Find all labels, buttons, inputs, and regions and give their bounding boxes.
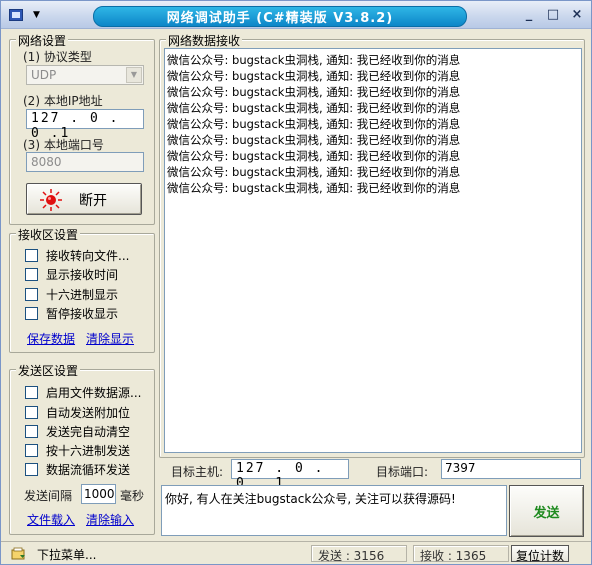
local-port-input[interactable]: 8080 [26, 152, 144, 172]
recv-line: 微信公众号: bugstack虫洞栈, 通知: 我已经收到你的消息 [167, 149, 461, 163]
recv-line: 微信公众号: bugstack虫洞栈, 通知: 我已经收到你的消息 [167, 101, 461, 115]
checkbox-label: 接收转向文件... [46, 249, 130, 263]
checkbox-box[interactable] [25, 444, 38, 457]
minimize-button[interactable]: _ [521, 7, 537, 23]
target-host-input[interactable]: 127 . 0 . 0 . 1 [231, 459, 349, 491]
target-host-label: 目标主机: [171, 465, 224, 479]
recv-line: 微信公众号: bugstack虫洞栈, 通知: 我已经收到你的消息 [167, 117, 461, 131]
save-data-link[interactable]: 保存数据 [27, 330, 75, 347]
disconnect-label: 断开 [79, 193, 107, 209]
recv-to-file-checkbox[interactable]: 接收转向文件... [25, 247, 129, 264]
hex-send-checkbox[interactable]: 按十六进制发送 [25, 442, 130, 459]
checkbox-box[interactable] [25, 268, 38, 281]
checkbox-box[interactable] [25, 386, 38, 399]
checkbox-label: 启用文件数据源... [46, 386, 142, 400]
close-button[interactable]: × [569, 7, 585, 23]
send-text: 你好, 有人在关注bugstack公众号, 关注可以获得源码! [165, 492, 456, 506]
window-title: 网络调试助手 (C#精装版 V3.8.2) [93, 6, 467, 27]
checkbox-box[interactable] [25, 425, 38, 438]
system-menu[interactable]: ▼ [5, 5, 51, 25]
app-window: ▼ 网络调试助手 (C#精装版 V3.8.2) _ □ × 网络设置 (1) 协… [0, 0, 592, 565]
protocol-label: (1) 协议类型 [23, 50, 92, 64]
dropdown-menu-label[interactable]: 下拉菜单... [37, 546, 96, 563]
recv-line: 微信公众号: bugstack虫洞栈, 通知: 我已经收到你的消息 [167, 181, 461, 195]
protocol-select[interactable]: UDP ▼ [26, 65, 144, 85]
local-port-label: (3) 本地端口号 [23, 138, 104, 152]
chevron-down-icon[interactable]: ▼ [126, 67, 142, 83]
auto-clear-checkbox[interactable]: 发送完自动清空 [25, 423, 130, 440]
disconnect-button[interactable]: 断开 [26, 183, 142, 215]
local-ip-input[interactable]: 127 . 0 . 0 .1 [26, 109, 144, 141]
sent-count: 发送 : 3156 [311, 545, 407, 563]
recv-line: 微信公众号: bugstack虫洞栈, 通知: 我已经收到你的消息 [167, 133, 461, 147]
network-settings-title: 网络设置 [16, 32, 69, 49]
checkbox-box[interactable] [25, 406, 38, 419]
receive-textarea[interactable]: 微信公众号: bugstack虫洞栈, 通知: 我已经收到你的消息 微信公众号:… [164, 48, 582, 453]
status-bar: 下拉菜单... 发送 : 3156 接收 : 1365 复位计数 [1, 541, 591, 565]
checkbox-label: 数据流循环发送 [46, 463, 131, 477]
recv-line: 微信公众号: bugstack虫洞栈, 通知: 我已经收到你的消息 [167, 53, 461, 67]
disconnect-light-icon [40, 189, 62, 211]
checkbox-box[interactable] [25, 307, 38, 320]
recv-count: 接收 : 1365 [413, 545, 509, 563]
local-ip-label: (2) 本地IP地址 [23, 94, 103, 108]
checkbox-label: 按十六进制发送 [46, 444, 131, 458]
title-bar: ▼ 网络调试助手 (C#精装版 V3.8.2) _ □ × [1, 1, 591, 29]
target-port-label: 目标端口: [376, 465, 429, 479]
checkbox-label: 显示接收时间 [46, 268, 119, 282]
checkbox-label: 自动发送附加位 [46, 406, 131, 420]
hex-display-checkbox[interactable]: 十六进制显示 [25, 286, 118, 303]
auto-append-checkbox[interactable]: 自动发送附加位 [25, 404, 130, 421]
checkbox-label: 发送完自动清空 [46, 425, 131, 439]
pause-recv-checkbox[interactable]: 暂停接收显示 [25, 305, 118, 322]
dropdown-menu-icon[interactable] [11, 547, 27, 561]
reset-count-button[interactable]: 复位计数 [511, 545, 570, 563]
receive-area-title: 网络数据接收 [166, 32, 243, 49]
loop-send-checkbox[interactable]: 数据流循环发送 [25, 461, 130, 478]
checkbox-label: 暂停接收显示 [46, 307, 119, 321]
send-button[interactable]: 发送 [509, 485, 584, 537]
recv-line: 微信公众号: bugstack虫洞栈, 通知: 我已经收到你的消息 [167, 69, 461, 83]
receive-settings-title: 接收区设置 [16, 226, 81, 243]
chevron-down-icon: ▼ [33, 10, 40, 20]
load-file-link[interactable]: 文件载入 [27, 511, 75, 528]
recv-line: 微信公众号: bugstack虫洞栈, 通知: 我已经收到你的消息 [167, 85, 461, 99]
send-textarea[interactable]: 你好, 有人在关注bugstack公众号, 关注可以获得源码! [161, 485, 507, 536]
send-interval-input[interactable]: 1000 [81, 484, 116, 504]
send-interval-label: 发送间隔 [24, 489, 73, 503]
checkbox-box[interactable] [25, 463, 38, 476]
target-port-input[interactable]: 7397 [441, 459, 581, 479]
checkbox-box[interactable] [25, 288, 38, 301]
file-source-checkbox[interactable]: 启用文件数据源... [25, 384, 141, 401]
show-recv-time-checkbox[interactable]: 显示接收时间 [25, 266, 118, 283]
send-interval-unit: 毫秒 [120, 489, 145, 503]
clear-input-link[interactable]: 清除输入 [86, 511, 134, 528]
checkbox-label: 十六进制显示 [46, 288, 119, 302]
clear-display-link[interactable]: 清除显示 [86, 330, 134, 347]
app-icon [9, 9, 23, 21]
checkbox-box[interactable] [25, 249, 38, 262]
maximize-button[interactable]: □ [545, 7, 561, 23]
protocol-value: UDP [31, 68, 57, 82]
recv-line: 微信公众号: bugstack虫洞栈, 通知: 我已经收到你的消息 [167, 165, 461, 179]
send-settings-title: 发送区设置 [16, 362, 81, 379]
